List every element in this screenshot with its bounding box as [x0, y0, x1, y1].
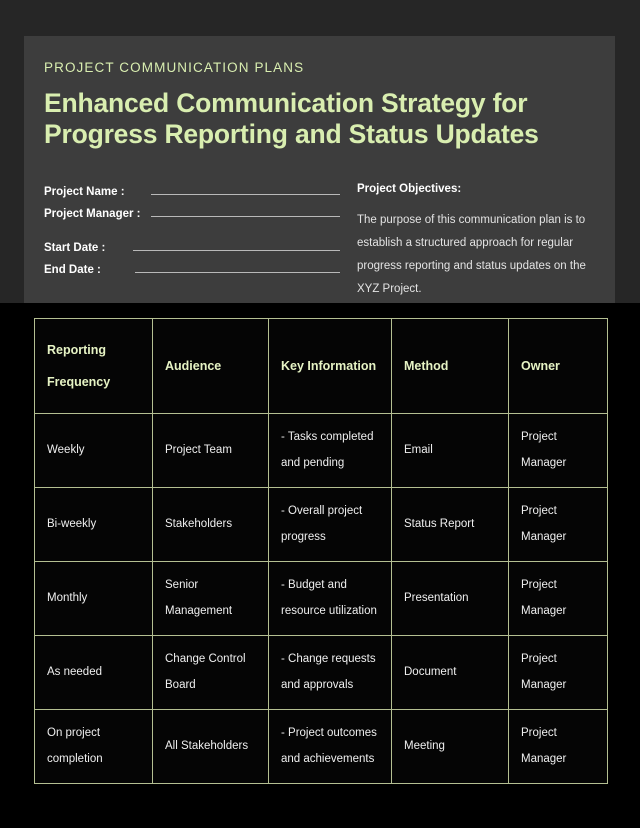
- cell-audience: Project Team: [152, 413, 269, 488]
- cell-audience-line1: Change Control: [165, 652, 246, 665]
- end-date-label: End Date :: [44, 263, 101, 276]
- cell-key-line2: and pending: [281, 456, 345, 469]
- cell-audience-line1: Project Team: [165, 443, 232, 456]
- column-header-frequency-line2: Frequency: [47, 375, 111, 389]
- cell-owner: Project Manager: [508, 561, 608, 636]
- cell-key-line2: resource utilization: [281, 604, 377, 617]
- project-name-input[interactable]: [150, 183, 340, 195]
- cell-method: Email: [391, 413, 509, 488]
- cell-audience: All Stakeholders: [152, 709, 269, 784]
- column-header-key-information: Key Information: [268, 318, 392, 414]
- header-meta-row: Project Name : Project Manager : Start D…: [44, 183, 595, 301]
- field-group-project: Project Name : Project Manager :: [44, 183, 340, 223]
- start-date-field[interactable]: Start Date :: [44, 239, 340, 257]
- cell-key-line1: - Project outcomes: [281, 726, 377, 739]
- start-date-label: Start Date :: [44, 241, 106, 254]
- cell-key-line2: and achievements: [281, 752, 375, 765]
- document-eyebrow: PROJECT COMMUNICATION PLANS: [44, 60, 305, 75]
- cell-key-line1: - Overall project: [281, 504, 363, 517]
- cell-key-information: - Tasks completed and pending: [268, 413, 392, 488]
- cell-audience-line2: Board: [165, 678, 196, 691]
- cell-audience: Change Control Board: [152, 635, 269, 710]
- table-row: On project completion All Stakeholders -…: [34, 709, 608, 784]
- cell-frequency: Weekly: [34, 413, 153, 488]
- cell-frequency-line1: Bi-weekly: [47, 517, 97, 530]
- table-row: As needed Change Control Board - Change …: [34, 635, 608, 710]
- cell-key-information: - Overall project progress: [268, 487, 392, 562]
- table-row: Weekly Project Team - Tasks completed an…: [34, 413, 608, 488]
- end-date-input[interactable]: [134, 261, 340, 273]
- cell-frequency: On project completion: [34, 709, 153, 784]
- table-body: Weekly Project Team - Tasks completed an…: [34, 413, 608, 784]
- cell-key-information: - Project outcomes and achievements: [268, 709, 392, 784]
- cell-method: Status Report: [391, 487, 509, 562]
- table-header-row: Reporting Frequency Audience Key Informa…: [34, 318, 608, 414]
- start-date-input[interactable]: [133, 239, 340, 251]
- cell-audience: Stakeholders: [152, 487, 269, 562]
- cell-audience-line2: Management: [165, 604, 233, 617]
- column-header-frequency-line1: Reporting: [47, 342, 107, 357]
- cell-key-information: - Change requests and approvals: [268, 635, 392, 710]
- cell-frequency-line1: On project: [47, 726, 101, 739]
- cell-owner: Project Manager: [508, 487, 608, 562]
- cell-frequency-line1: As needed: [47, 665, 102, 678]
- table-row: Monthly Senior Management - Budget and r…: [34, 561, 608, 636]
- cell-audience-line1: Stakeholders: [165, 517, 233, 530]
- project-form: Project Name : Project Manager : Start D…: [44, 183, 340, 301]
- header-card: PROJECT COMMUNICATION PLANS Enhanced Com…: [24, 36, 615, 303]
- cell-owner: Project Manager: [508, 709, 608, 784]
- cell-frequency-line2: completion: [47, 752, 103, 765]
- project-manager-field[interactable]: Project Manager :: [44, 205, 340, 223]
- cell-audience-line1: Senior: [165, 578, 199, 591]
- cell-method: Document: [391, 635, 509, 710]
- cell-method: Presentation: [391, 561, 509, 636]
- cell-key-line1: - Change requests: [281, 652, 376, 665]
- communication-plan-table: Reporting Frequency Audience Key Informa…: [34, 318, 608, 784]
- cell-key-line1: - Budget and: [281, 578, 347, 591]
- cell-owner: Project Manager: [508, 635, 608, 710]
- cell-method: Meeting: [391, 709, 509, 784]
- objectives-body: The purpose of this communication plan i…: [357, 213, 586, 295]
- project-name-label: Project Name :: [44, 185, 125, 198]
- cell-key-information: - Budget and resource utilization: [268, 561, 392, 636]
- cell-frequency-line1: Monthly: [47, 591, 88, 604]
- field-group-dates: Start Date : End Date :: [44, 239, 340, 279]
- cell-frequency: Bi-weekly: [34, 487, 153, 562]
- cell-frequency: As needed: [34, 635, 153, 710]
- cell-key-line2: progress: [281, 530, 326, 543]
- cell-audience-line1: All Stakeholders: [165, 739, 249, 752]
- objectives-title: Project Objectives:: [357, 182, 462, 195]
- cell-frequency-line1: Weekly: [47, 443, 85, 456]
- column-header-reporting-frequency: Reporting Frequency: [34, 318, 153, 414]
- column-header-method: Method: [391, 318, 509, 414]
- end-date-field[interactable]: End Date :: [44, 261, 340, 279]
- page-title: Enhanced Communication Strategy for Prog…: [44, 88, 539, 150]
- project-name-field[interactable]: Project Name :: [44, 183, 340, 201]
- cell-key-line1: - Tasks completed: [281, 430, 374, 443]
- cell-owner: Project Manager: [508, 413, 608, 488]
- column-header-audience: Audience: [152, 318, 269, 414]
- project-manager-input[interactable]: [150, 205, 340, 217]
- cell-key-line2: and approvals: [281, 678, 354, 691]
- cell-audience: Senior Management: [152, 561, 269, 636]
- project-objectives: Project Objectives: The purpose of this …: [340, 183, 595, 301]
- column-header-owner: Owner: [508, 318, 608, 414]
- project-manager-label: Project Manager :: [44, 207, 141, 220]
- cell-frequency: Monthly: [34, 561, 153, 636]
- table-row: Bi-weekly Stakeholders - Overall project…: [34, 487, 608, 562]
